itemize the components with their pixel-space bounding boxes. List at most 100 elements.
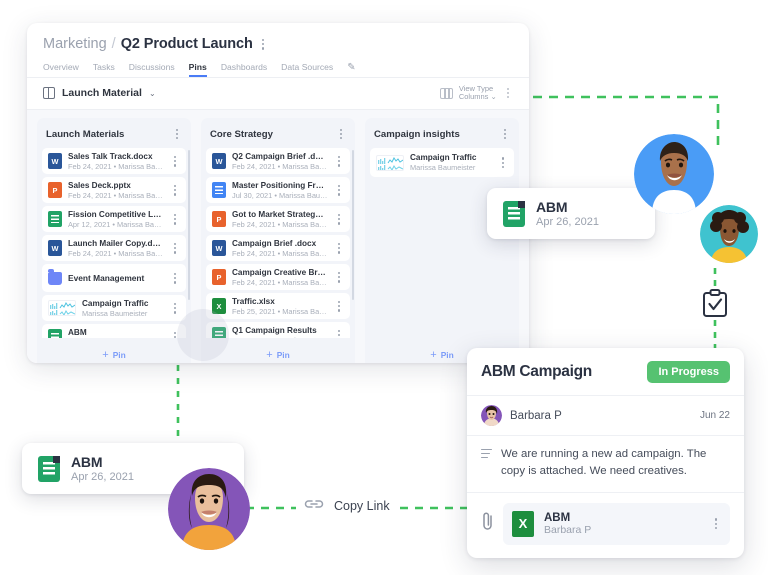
file-more-icon[interactable] — [170, 153, 180, 170]
chart-thumbnail-icon — [48, 300, 76, 316]
breadcrumb-parent[interactable]: Marketing — [43, 36, 107, 52]
card-date: Apr 26, 2021 — [536, 216, 599, 228]
detail-description-row: We are running a new ad campaign. The co… — [467, 435, 744, 492]
file-more-icon[interactable] — [170, 240, 180, 257]
avatar-user-sharing[interactable] — [168, 468, 250, 550]
file-more-icon[interactable] — [334, 182, 344, 199]
list-item[interactable]: P Got to Market Strategy .p... Feb 24, 2… — [206, 206, 350, 232]
column-header: Core Strategy — [201, 118, 355, 149]
attachment-item[interactable]: X ABM Barbara P — [503, 503, 730, 545]
list-item[interactable]: P Sales Deck.pptx Feb 24, 2021 • Marissa… — [42, 177, 186, 203]
list-item[interactable]: P Campaign Creative Breif ... Feb 24, 20… — [206, 264, 350, 290]
file-more-icon[interactable] — [170, 270, 180, 287]
view-name: Launch Material — [62, 87, 142, 99]
copy-link-connector[interactable]: Copy Link — [297, 495, 396, 517]
avatar-user-woman[interactable] — [700, 205, 758, 263]
tab-bar: Overview Tasks Discussions Pins Dashboar… — [43, 62, 513, 77]
column-more-icon[interactable] — [500, 126, 510, 143]
file-more-icon[interactable] — [170, 300, 180, 317]
file-more-icon[interactable] — [334, 240, 344, 257]
breadcrumb: Marketing / Q2 Product Launch — [43, 36, 513, 53]
tab-tasks[interactable]: Tasks — [93, 62, 115, 77]
list-item[interactable]: Campaign Traffic Marissa Baumeister — [42, 295, 186, 321]
link-icon — [303, 497, 325, 515]
plus-icon: + — [102, 350, 108, 361]
copy-link-label: Copy Link — [334, 499, 390, 513]
file-meta: Jun 23, 2021 • Marissa Baume... — [232, 336, 328, 338]
file-name: Master Positioning Frame... — [232, 181, 328, 190]
file-name: Sales Talk Track.docx — [68, 152, 164, 161]
status-badge[interactable]: In Progress — [647, 361, 730, 383]
column-title: Core Strategy — [210, 129, 273, 140]
pencil-icon[interactable]: ✎ — [347, 62, 355, 77]
breadcrumb-separator: / — [112, 36, 116, 52]
file-more-icon[interactable] — [334, 211, 344, 228]
tab-overview[interactable]: Overview — [43, 62, 79, 77]
board-header: Marketing / Q2 Product Launch Overview T… — [27, 23, 529, 77]
list-item[interactable]: W Campaign Brief .docx Feb 24, 2021 • Ma… — [206, 235, 350, 261]
list-item[interactable]: Campaign Traffic Marissa Baumeister — [370, 148, 514, 177]
powerpoint-file-icon: P — [212, 211, 226, 227]
page-title: Q2 Product Launch — [121, 36, 253, 52]
tab-data-sources[interactable]: Data Sources — [281, 62, 333, 77]
add-pin-button[interactable]: + Pin — [266, 350, 289, 361]
file-more-icon[interactable] — [334, 269, 344, 286]
board-more-icon[interactable] — [258, 36, 268, 53]
file-more-icon[interactable] — [334, 153, 344, 170]
attachment-more-icon[interactable] — [711, 515, 721, 532]
column-launch-materials: Launch Materials W Sales Talk Track.docx… — [37, 118, 191, 363]
chart-thumbnail-icon — [376, 155, 404, 171]
powerpoint-file-icon: P — [212, 269, 226, 285]
column-file-list[interactable]: W Q2 Campaign Brief .docx Feb 24, 2021 •… — [201, 148, 355, 337]
card-date: Apr 26, 2021 — [71, 471, 134, 483]
file-more-icon[interactable] — [498, 154, 508, 171]
abm-file-card-top[interactable]: ABM Apr 26, 2021 — [487, 188, 655, 239]
column-file-list[interactable]: W Sales Talk Track.docx Feb 24, 2021 • M… — [37, 148, 191, 337]
file-more-icon[interactable] — [170, 182, 180, 199]
add-pin-button[interactable]: + Pin — [102, 350, 125, 361]
card-title: ABM — [71, 454, 134, 470]
columns-container: Launch Materials W Sales Talk Track.docx… — [27, 109, 529, 363]
view-type-control[interactable]: View Type Columns ⌄ — [440, 85, 513, 102]
tab-pins[interactable]: Pins — [189, 62, 207, 77]
column-header: Campaign insights — [365, 118, 519, 149]
add-pin-button[interactable]: + Pin — [430, 350, 453, 361]
list-item[interactable]: Event Management — [42, 264, 186, 292]
file-name: Sales Deck.pptx — [68, 181, 164, 190]
list-item[interactable]: W Launch Mailer Copy.docx Feb 24, 2021 •… — [42, 235, 186, 261]
detail-description: We are running a new ad campaign. The co… — [501, 446, 730, 480]
file-name: Campaign Creative Breif ... — [232, 268, 328, 277]
word-file-icon: W — [48, 240, 62, 256]
file-meta: Apr 12, 2021 • Marissa Baumei... — [68, 220, 164, 229]
list-item[interactable]: X Traffic.xlsx Feb 25, 2021 • Marissa Ba… — [206, 293, 350, 319]
file-more-icon[interactable] — [334, 327, 344, 338]
file-meta: Feb 24, 2021 • Marissa Baume... — [232, 249, 328, 258]
detail-date: Jun 22 — [700, 410, 730, 421]
view-more-icon[interactable] — [503, 85, 513, 102]
task-detail-card: ABM Campaign In Progress Barbara P Jun 2… — [467, 348, 744, 558]
list-item[interactable]: W Q2 Campaign Brief .docx Feb 24, 2021 •… — [206, 148, 350, 174]
file-meta: Feb 24, 2021 • Marissa Baume... — [232, 278, 328, 287]
tab-discussions[interactable]: Discussions — [129, 62, 175, 77]
list-item[interactable]: W Sales Talk Track.docx Feb 24, 2021 • M… — [42, 148, 186, 174]
list-item[interactable]: ABM Apr 26, 2021 — [42, 324, 186, 337]
column-more-icon[interactable] — [172, 126, 182, 143]
powerpoint-file-icon: P — [48, 182, 62, 198]
file-more-icon[interactable] — [170, 211, 180, 228]
column-more-icon[interactable] — [336, 126, 346, 143]
pin-row: + Pin — [37, 338, 191, 363]
column-file-list[interactable]: Campaign Traffic Marissa Baumeister — [365, 148, 519, 337]
file-meta: Feb 24, 2021 • Marissa Baume... — [68, 249, 164, 258]
avatar[interactable] — [481, 405, 502, 426]
avatar-user-man[interactable] — [634, 134, 714, 214]
file-meta: Marissa Baumeister — [82, 309, 164, 318]
view-type-value: Columns ⌄ — [459, 93, 497, 102]
view-selector[interactable]: Launch Material ⌄ — [43, 87, 156, 99]
list-item[interactable]: Fission Competitive Land... Apr 12, 2021… — [42, 206, 186, 232]
list-item[interactable]: Master Positioning Frame... Jul 30, 2021… — [206, 177, 350, 203]
tab-dashboards[interactable]: Dashboards — [221, 62, 267, 77]
file-name: Q2 Campaign Brief .docx — [232, 152, 328, 161]
pin-label: Pin — [441, 350, 454, 360]
file-more-icon[interactable] — [334, 298, 344, 315]
file-name: Got to Market Strategy .p... — [232, 210, 328, 219]
